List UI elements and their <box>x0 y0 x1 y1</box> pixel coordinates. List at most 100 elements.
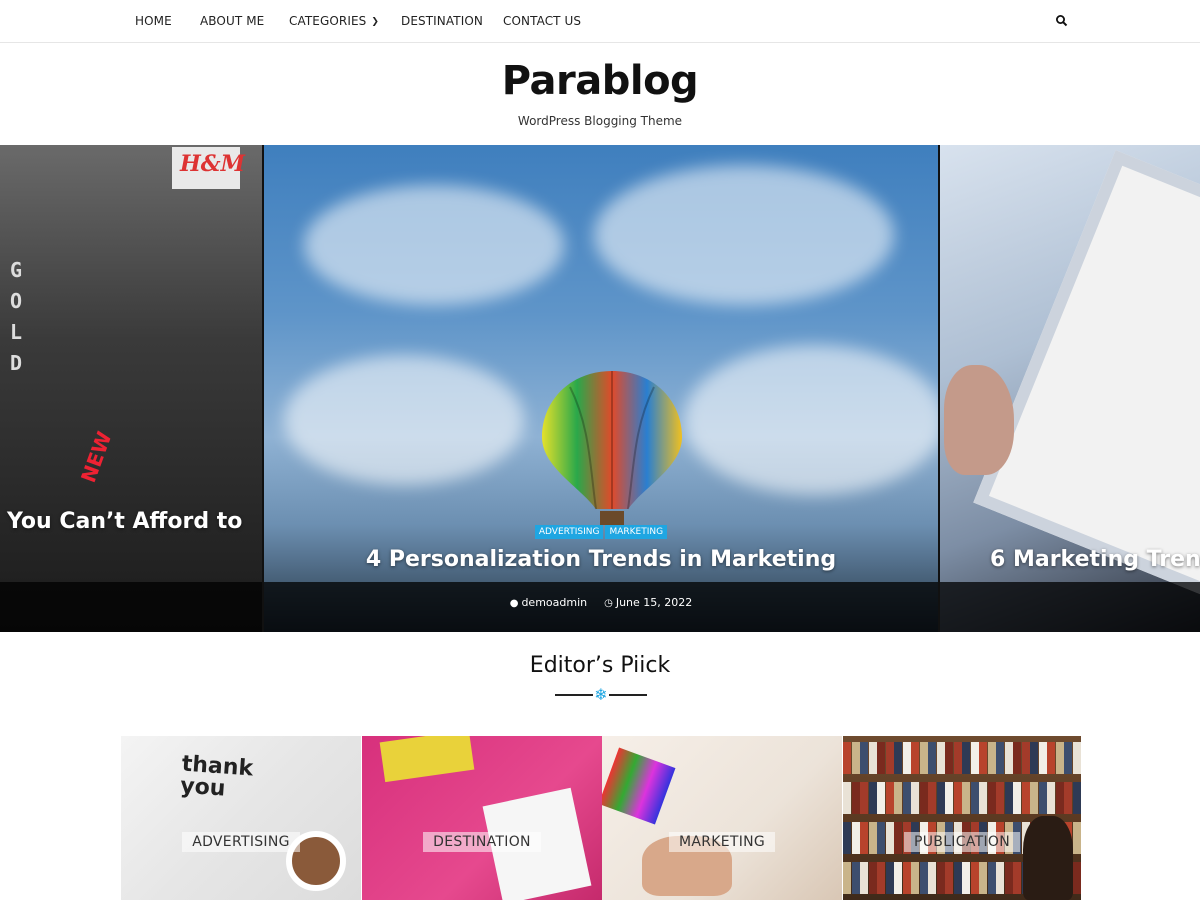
category-badge-marketing[interactable]: MARKETING <box>605 525 668 539</box>
card-label-wrap: ADVERTISING <box>121 831 361 852</box>
book-spine <box>936 742 945 774</box>
book-spine <box>894 782 902 814</box>
book-spine <box>996 782 1004 814</box>
book-spine <box>843 862 851 894</box>
slide-left-image-sign-letters: GOLD <box>10 258 23 375</box>
snowflake-icon: ❄ <box>594 685 608 704</box>
book-spine <box>911 862 919 894</box>
cloud-shape <box>594 165 894 305</box>
slide-center-categories: ADVERTISING MARKETING <box>264 519 938 539</box>
slide-left[interactable]: H&M GOLD NEW You Can’t Afford to <box>0 145 262 632</box>
nav-about-link[interactable]: ABOUT ME <box>200 14 264 28</box>
book-spine <box>902 862 911 894</box>
card-image-sticker <box>379 736 475 783</box>
book-spine <box>885 782 894 814</box>
book-spine <box>1013 742 1021 774</box>
editors-pick-card[interactable]: MARKETING <box>602 736 842 900</box>
card-image-lettering: thank you <box>179 751 254 802</box>
card-label[interactable]: MARKETING <box>668 832 776 852</box>
book-spine <box>885 862 894 894</box>
book-spine <box>1004 742 1013 774</box>
book-spine <box>1013 862 1021 894</box>
book-spine <box>970 862 979 894</box>
nav-contact-link[interactable]: CONTACT US <box>503 14 581 28</box>
slide-left-title[interactable]: You Can’t Afford to <box>7 509 242 534</box>
book-spine <box>868 742 877 774</box>
slide-left-shade <box>0 582 262 632</box>
book-spine <box>877 862 885 894</box>
book-spine <box>1004 862 1013 894</box>
book-spine <box>911 782 919 814</box>
book-spine <box>953 742 962 774</box>
book-spine <box>1064 742 1072 774</box>
book-spine <box>911 742 919 774</box>
site-title[interactable]: Parablog <box>0 58 1200 104</box>
nav-home-link[interactable]: HOME <box>135 14 172 28</box>
card-label-wrap: DESTINATION <box>362 831 602 852</box>
slide-right-image-hand <box>944 365 1014 475</box>
book-spine <box>894 862 902 894</box>
book-spine <box>928 742 936 774</box>
post-author[interactable]: demoadmin <box>521 596 587 609</box>
book-spine <box>868 862 877 894</box>
book-spine <box>1047 782 1055 814</box>
clock-icon: ◷ <box>604 598 613 609</box>
book-spine <box>996 862 1004 894</box>
slide-right-shade <box>940 582 1200 632</box>
book-spine <box>1055 782 1064 814</box>
book-spine <box>1072 782 1081 814</box>
editors-pick-card[interactable]: DESTINATION <box>362 736 602 900</box>
book-spine <box>1013 782 1021 814</box>
book-spine <box>843 782 851 814</box>
card-label[interactable]: ADVERTISING <box>182 832 300 852</box>
book-spine <box>945 742 953 774</box>
editors-pick-card[interactable]: thank you ADVERTISING <box>121 736 361 900</box>
book-spine <box>936 782 945 814</box>
card-label[interactable]: PUBLICATION <box>904 832 1020 852</box>
book-spine <box>979 862 987 894</box>
editors-pick-card[interactable]: PUBLICATION <box>843 736 1081 900</box>
book-spine <box>1021 782 1030 814</box>
slide-right[interactable]: 6 Marketing Trends <box>940 145 1200 632</box>
book-spine <box>987 782 996 814</box>
nav-destination-link[interactable]: DESTINATION <box>401 14 483 28</box>
section-divider-line <box>609 694 647 696</box>
slide-left-image-neon: NEW <box>75 428 117 486</box>
book-spine <box>860 742 868 774</box>
book-spine <box>919 862 928 894</box>
book-spine <box>1038 742 1047 774</box>
slide-center[interactable]: ADVERTISING MARKETING 4 Personalization T… <box>264 145 938 632</box>
slide-left-image-logo: H&M <box>180 151 246 177</box>
slide-right-title[interactable]: 6 Marketing Trends <box>990 547 1200 572</box>
book-spine <box>1038 782 1047 814</box>
book-spine <box>851 742 860 774</box>
book-spine <box>996 742 1004 774</box>
book-spine <box>877 782 885 814</box>
post-date[interactable]: June 15, 2022 <box>616 596 692 609</box>
book-spine <box>928 862 936 894</box>
cloud-shape <box>684 345 938 495</box>
book-spine <box>979 742 987 774</box>
book-spine <box>902 782 911 814</box>
search-icon[interactable] <box>1055 14 1069 28</box>
book-spine <box>851 782 860 814</box>
category-badge-advertising[interactable]: ADVERTISING <box>534 525 604 539</box>
book-spine <box>1055 742 1064 774</box>
book-spine <box>987 862 996 894</box>
nav-categories-link[interactable]: CATEGORIES ❯ <box>289 14 379 28</box>
section-divider-line <box>555 694 593 696</box>
slide-center-title[interactable]: 4 Personalization Trends in Marketing <box>264 547 938 572</box>
card-image-person <box>1023 816 1073 900</box>
book-spine <box>945 862 953 894</box>
book-spine <box>1021 742 1030 774</box>
book-spine <box>1072 862 1081 894</box>
editors-pick-title: Editor’s Piick <box>529 653 671 678</box>
book-spine <box>877 742 885 774</box>
top-navigation: HOME ABOUT ME CATEGORIES ❯ DESTINATION CO… <box>0 0 1200 43</box>
book-spine <box>953 862 962 894</box>
book-spine <box>860 782 868 814</box>
featured-slider: H&M GOLD NEW You Can’t Afford to ADVERTI… <box>0 145 1200 632</box>
cloud-shape <box>284 355 524 485</box>
book-spine <box>962 782 970 814</box>
card-label[interactable]: DESTINATION <box>423 832 541 852</box>
